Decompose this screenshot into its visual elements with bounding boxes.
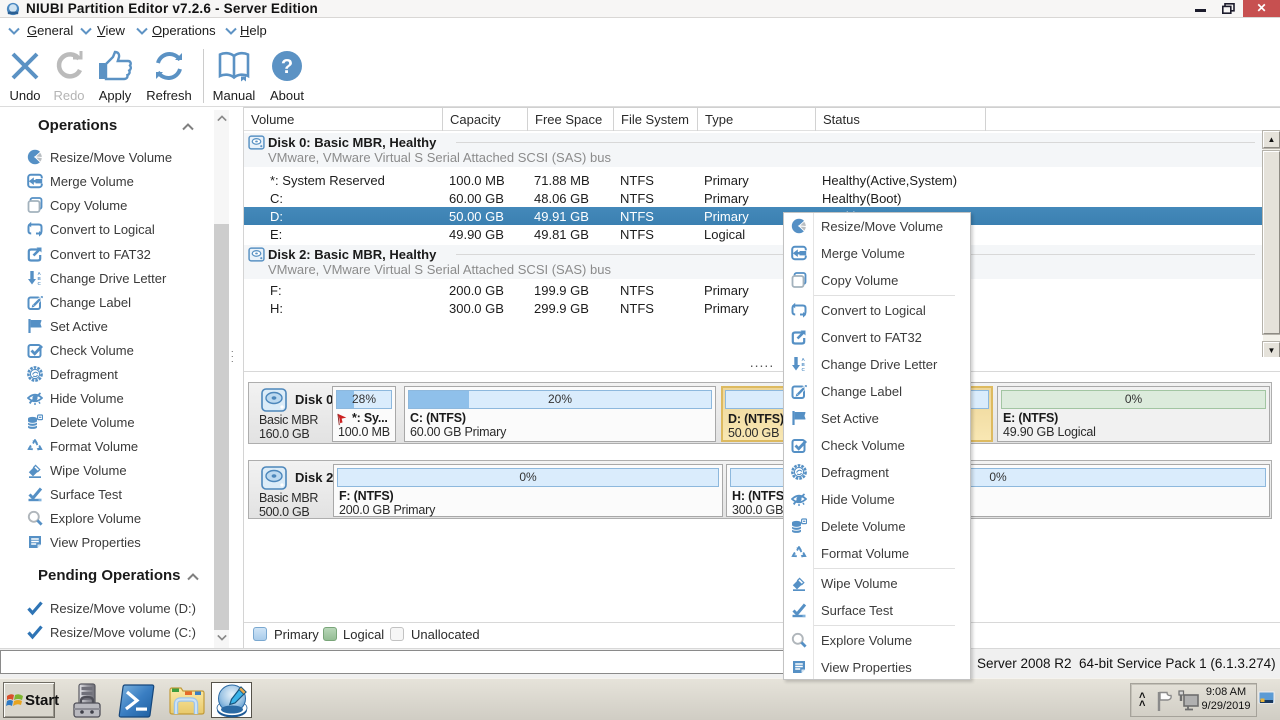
svg-text:?: ? (281, 56, 293, 78)
